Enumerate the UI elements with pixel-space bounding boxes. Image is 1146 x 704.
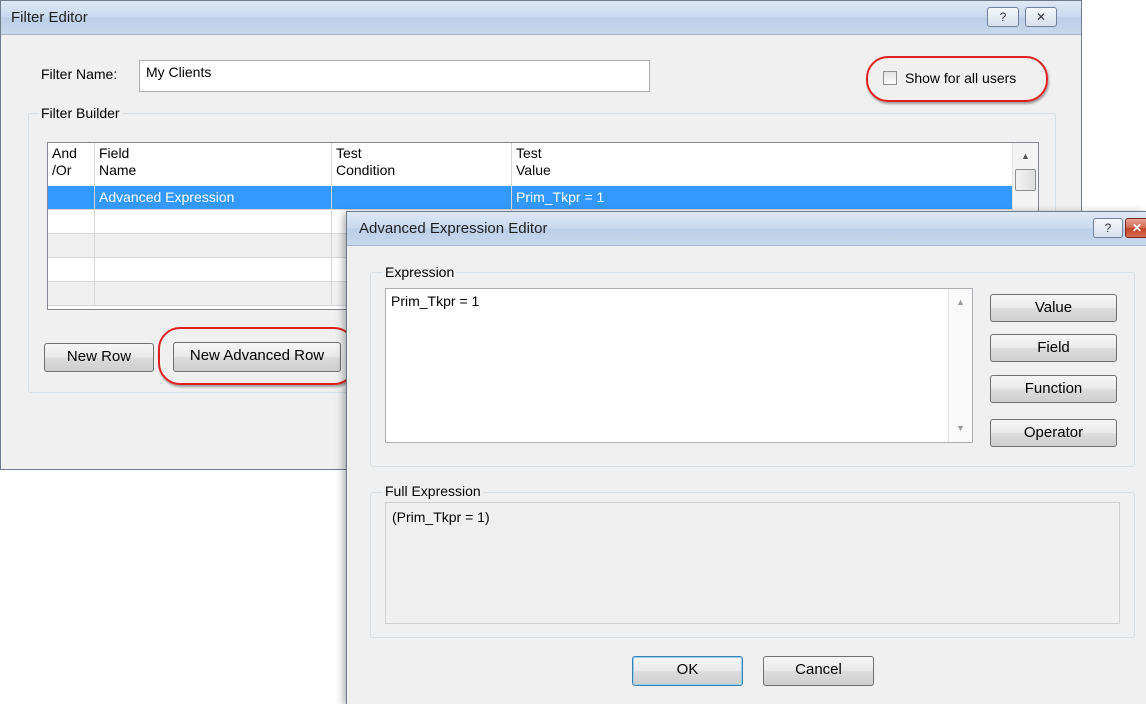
cell-test-value[interactable]: Prim_Tkpr = 1	[512, 186, 1012, 210]
cell-test-condition[interactable]	[332, 186, 512, 210]
filter-name-label: Filter Name:	[41, 66, 118, 82]
full-expression-box: (Prim_Tkpr = 1)	[385, 502, 1120, 624]
help-icon: ?	[999, 10, 1007, 24]
scroll-thumb[interactable]	[1015, 169, 1036, 191]
column-header-test-condition[interactable]: Test Condition	[332, 143, 512, 185]
column-header-field-name[interactable]: Field Name	[95, 143, 332, 185]
cancel-button[interactable]: Cancel	[763, 656, 874, 686]
help-icon: ?	[1104, 221, 1112, 235]
cell-and-or[interactable]	[48, 258, 95, 282]
cell-and-or[interactable]	[48, 186, 95, 210]
advanced-editor-title: Advanced Expression Editor	[359, 220, 548, 237]
advanced-expression-editor-window: Advanced Expression Editor ? ✕ Expressio…	[346, 211, 1146, 704]
filter-name-input[interactable]: My Clients	[139, 60, 650, 92]
close-icon: ✕	[1035, 10, 1047, 24]
column-header-test-value[interactable]: Test Value	[512, 143, 1012, 185]
cell-and-or[interactable]	[48, 210, 95, 234]
cell-field-name[interactable]	[95, 258, 332, 282]
ok-button[interactable]: OK	[632, 656, 743, 686]
filter-editor-titlebar[interactable]: Filter Editor ? ✕	[1, 1, 1081, 35]
advanced-editor-titlebar[interactable]: Advanced Expression Editor ? ✕	[347, 212, 1146, 246]
expression-value: Prim_Tkpr = 1	[391, 293, 480, 309]
close-icon: ✕	[1131, 221, 1143, 235]
scroll-up-icon[interactable]: ▲	[949, 293, 972, 311]
filter-builder-label: Filter Builder	[39, 105, 122, 121]
cell-and-or[interactable]	[48, 234, 95, 258]
scroll-down-icon[interactable]: ▼	[949, 419, 972, 437]
full-expression-label: Full Expression	[383, 483, 483, 499]
help-button[interactable]: ?	[987, 7, 1019, 27]
expression-scrollbar[interactable]: ▲ ▼	[948, 289, 972, 442]
expression-label: Expression	[383, 264, 457, 280]
operator-button[interactable]: Operator	[990, 419, 1117, 447]
show-all-users-highlight	[866, 56, 1048, 102]
cell-field-name[interactable]	[95, 282, 332, 306]
new-advanced-row-highlight	[158, 327, 356, 385]
cell-and-or[interactable]	[48, 282, 95, 306]
cell-field-name[interactable]	[95, 210, 332, 234]
grid-header: And /Or Field Name Test Condition Test V…	[48, 143, 1038, 185]
filter-name-value: My Clients	[146, 64, 212, 80]
cell-field-name[interactable]	[95, 234, 332, 258]
value-button[interactable]: Value	[990, 294, 1117, 322]
advanced-help-button[interactable]: ?	[1093, 218, 1123, 238]
close-button[interactable]: ✕	[1025, 7, 1057, 27]
expression-textarea[interactable]: Prim_Tkpr = 1	[385, 288, 973, 443]
new-row-button[interactable]: New Row	[44, 343, 154, 372]
scroll-up-icon[interactable]: ▲	[1013, 147, 1038, 165]
advanced-close-button[interactable]: ✕	[1125, 218, 1146, 238]
function-button[interactable]: Function	[990, 375, 1117, 403]
cell-field-name[interactable]: Advanced Expression	[95, 186, 332, 210]
table-row[interactable]: Advanced Expression Prim_Tkpr = 1	[48, 186, 1012, 210]
full-expression-value: (Prim_Tkpr = 1)	[392, 509, 490, 525]
field-button[interactable]: Field	[990, 334, 1117, 362]
filter-editor-title: Filter Editor	[11, 9, 88, 26]
column-header-and-or[interactable]: And /Or	[48, 143, 95, 185]
